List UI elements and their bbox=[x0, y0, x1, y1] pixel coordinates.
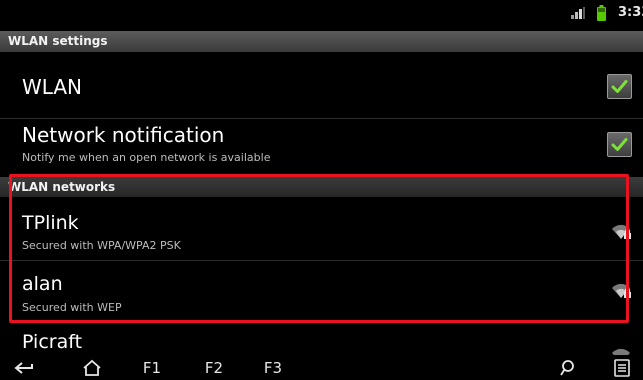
network-name: Picraft bbox=[22, 331, 83, 353]
section-header-wlan-networks: WLAN networks bbox=[0, 177, 643, 197]
network-item-tplink[interactable]: TPlink Secured with WPA/WPA2 PSK bbox=[0, 198, 643, 260]
network-security: Secured with WPA/WPA2 PSK bbox=[22, 239, 181, 252]
network-name: alan bbox=[22, 273, 63, 295]
f2-label: F2 bbox=[204, 358, 224, 377]
wifi-lock-icon bbox=[612, 224, 631, 239]
search-icon bbox=[560, 359, 574, 375]
wifi-lock-icon bbox=[612, 348, 630, 355]
signal-icon bbox=[571, 7, 585, 19]
status-clock: 3:33 bbox=[618, 5, 643, 20]
menu-icon bbox=[614, 358, 630, 377]
network-notification-title: Network notification bbox=[22, 123, 225, 147]
network-notification-row[interactable]: Network notification Notify me when an o… bbox=[0, 119, 643, 175]
network-notification-checkbox[interactable] bbox=[607, 132, 632, 157]
network-notification-subtitle: Notify me when an open network is availa… bbox=[22, 151, 271, 164]
wifi-lock-icon bbox=[612, 283, 631, 298]
network-item-picraft[interactable]: Picraft bbox=[0, 324, 643, 355]
section-header-wlan-settings: WLAN settings bbox=[0, 31, 643, 52]
f3-button[interactable]: F3 bbox=[261, 355, 285, 380]
back-icon bbox=[14, 361, 33, 374]
network-name: TPlink bbox=[22, 212, 79, 234]
f2-button[interactable]: F2 bbox=[202, 355, 226, 380]
network-item-alan[interactable]: alan Secured with WEP bbox=[0, 261, 643, 322]
network-security: Secured with WEP bbox=[22, 301, 122, 314]
menu-button[interactable] bbox=[611, 355, 633, 380]
wlan-title: WLAN bbox=[22, 75, 83, 99]
home-button[interactable] bbox=[80, 355, 104, 380]
back-button[interactable] bbox=[12, 355, 38, 380]
checkmark-icon bbox=[611, 138, 628, 151]
battery-icon bbox=[597, 5, 606, 21]
search-button[interactable] bbox=[556, 355, 578, 380]
navigation-bar: F1 F2 F3 bbox=[0, 355, 643, 380]
wlan-settings-screen: 3:33 WLAN settings WLAN Network notifica… bbox=[0, 0, 643, 380]
home-icon bbox=[83, 359, 101, 376]
f3-label: F3 bbox=[263, 358, 283, 377]
f1-label: F1 bbox=[142, 358, 162, 377]
checkmark-icon bbox=[611, 80, 628, 93]
status-bar: 3:33 bbox=[0, 0, 643, 27]
wlan-checkbox[interactable] bbox=[607, 74, 632, 99]
f1-button[interactable]: F1 bbox=[140, 355, 164, 380]
wlan-toggle-row[interactable]: WLAN bbox=[0, 52, 643, 118]
